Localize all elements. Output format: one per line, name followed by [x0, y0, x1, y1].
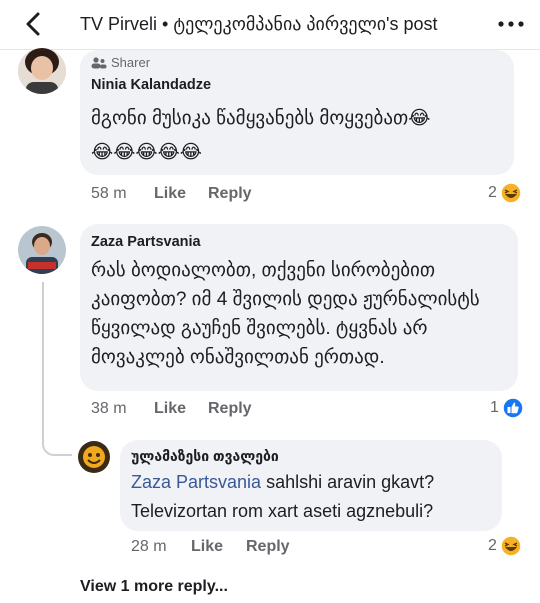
reaction-count: 2	[488, 184, 497, 201]
post-title: TV Pirveli • ტელეკომპანია პირველი's post	[80, 14, 438, 34]
laugh-reaction-icon	[500, 182, 522, 204]
comment-text: 😂😂😂😂😂	[91, 142, 203, 163]
comment-meta: 28 m	[131, 538, 167, 556]
reaction-count: 1	[490, 399, 499, 416]
comment-time: 58 m	[91, 185, 127, 202]
sharer-badge: Sharer	[91, 55, 150, 70]
mention-link[interactable]: Zaza Partsvania	[131, 472, 261, 492]
comment-author[interactable]: Zaza Partsvania	[91, 234, 201, 250]
reply-button[interactable]: Reply	[208, 185, 252, 203]
reaction-summary[interactable]: 1	[490, 397, 524, 419]
comment-author[interactable]: Ninia Kalandadze	[91, 77, 211, 93]
comment-meta: 38 m	[91, 400, 127, 418]
comment-text: მგონი მუსიკა წამყვანებს მოყვებათ😂	[91, 108, 431, 129]
reaction-summary[interactable]: 2	[488, 182, 522, 204]
like-reaction-icon	[502, 397, 524, 419]
like-button[interactable]: Like	[154, 400, 186, 418]
reaction-summary[interactable]: 2	[488, 535, 522, 557]
avatar[interactable]	[18, 48, 66, 94]
like-button[interactable]: Like	[154, 185, 186, 203]
sharer-label: Sharer	[111, 55, 151, 70]
reply-button[interactable]: Reply	[208, 400, 252, 418]
people-icon	[91, 56, 107, 68]
thread-connector	[42, 430, 72, 456]
comment-time: 28 m	[131, 538, 167, 555]
view-more-replies-link[interactable]: View 1 more reply...	[80, 578, 228, 596]
comment-author[interactable]: ულამაზესი თვალები	[131, 448, 279, 465]
post-header: TV Pirveli • ტელეკომპანია პირველი's post	[0, 0, 540, 50]
chevron-left-icon[interactable]	[22, 11, 46, 37]
more-dots-icon[interactable]	[496, 17, 526, 31]
avatar[interactable]	[18, 226, 66, 274]
comment-text: რას ბოდიალობთ, თქვენი სირობებით კაიფობთ?…	[91, 260, 480, 368]
like-button[interactable]: Like	[191, 538, 223, 556]
comment-time: 38 m	[91, 400, 127, 417]
reply-button[interactable]: Reply	[246, 538, 290, 556]
avatar[interactable]	[78, 441, 110, 473]
reply-text: Zaza Partsvania sahlshi aravin gkavt? Te…	[131, 468, 497, 526]
laugh-reaction-icon	[500, 535, 522, 557]
reaction-count: 2	[488, 537, 497, 554]
comment-meta: 58 m	[91, 185, 127, 203]
thread-line	[42, 282, 44, 442]
